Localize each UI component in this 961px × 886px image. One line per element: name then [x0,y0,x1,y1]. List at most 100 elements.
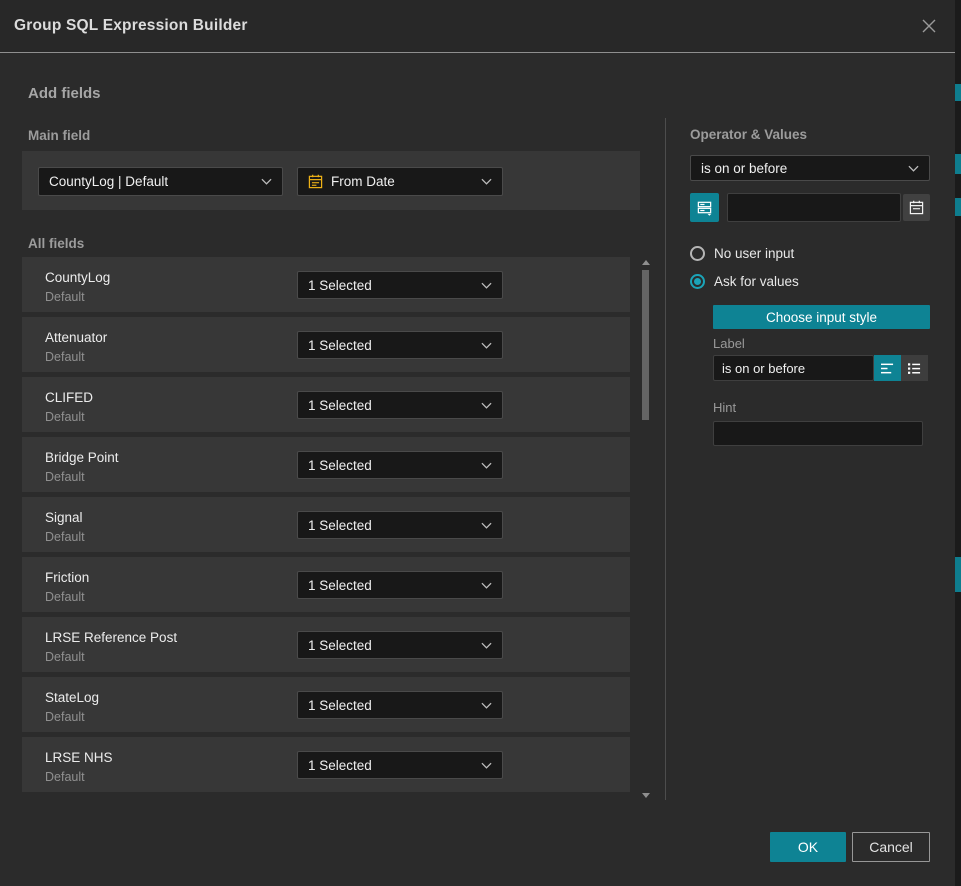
list-scrollbar[interactable] [641,258,650,800]
hint-input[interactable] [713,421,923,446]
field-sublabel: Default [45,410,85,424]
background-fragment [955,198,961,216]
radio-label: No user input [714,246,794,261]
field-name: LRSE Reference Post [45,630,177,645]
chevron-down-icon [481,402,492,409]
hint-field-label: Hint [713,400,736,415]
field-row: Bridge Point Default 1 Selected [22,437,630,492]
dialog-title: Group SQL Expression Builder [14,0,248,52]
label-field-label: Label [713,336,745,351]
date-value-input[interactable] [727,193,901,222]
field-row: Friction Default 1 Selected [22,557,630,612]
scrollbar-thumb[interactable] [642,270,649,420]
field-values-select[interactable]: 1 Selected [297,331,503,359]
field-values-select[interactable]: 1 Selected [297,751,503,779]
chevron-down-icon [481,282,492,289]
all-fields-list: CountyLog Default 1 Selected Attenuator … [22,257,630,797]
chevron-down-icon [908,165,919,172]
main-field-panel: CountyLog | Default From Date [22,151,640,210]
scroll-down-icon[interactable] [642,793,650,798]
field-values-select-value: 1 Selected [308,638,481,653]
field-name: Attenuator [45,330,107,345]
field-values-select[interactable]: 1 Selected [297,511,503,539]
field-sublabel: Default [45,470,85,484]
field-name: CountyLog [45,270,110,285]
add-fields-heading: Add fields [28,85,101,102]
main-field-select-value: From Date [331,174,481,189]
field-row: LRSE Reference Post Default 1 Selected [22,617,630,672]
field-sublabel: Default [45,350,85,364]
chevron-down-icon [481,178,492,185]
main-layer-select-value: CountyLog | Default [49,174,261,189]
field-values-select[interactable]: 1 Selected [297,571,503,599]
calendar-picker-icon[interactable] [903,194,930,221]
field-name: Bridge Point [45,450,119,465]
field-values-select-value: 1 Selected [308,338,481,353]
field-row: CountyLog Default 1 Selected [22,257,630,312]
field-values-select-value: 1 Selected [308,758,481,773]
close-icon[interactable] [918,15,940,37]
field-values-select-value: 1 Selected [308,698,481,713]
field-values-select[interactable]: 1 Selected [297,451,503,479]
background-fragment [955,84,961,101]
background-fragment [955,557,961,592]
main-field-select[interactable]: From Date [297,167,503,196]
field-values-select[interactable]: 1 Selected [297,691,503,719]
chevron-down-icon [261,178,272,185]
cancel-button[interactable]: Cancel [852,832,930,862]
field-name: LRSE NHS [45,750,113,765]
radio-circle[interactable] [690,246,705,261]
list-input-icon[interactable] [901,355,928,381]
field-sublabel: Default [45,290,85,304]
main-layer-select[interactable]: CountyLog | Default [38,167,283,196]
chevron-down-icon [481,342,492,349]
ok-button[interactable]: OK [770,832,846,862]
chevron-down-icon [481,582,492,589]
field-row: Signal Default 1 Selected [22,497,630,552]
field-name: StateLog [45,690,99,705]
chevron-down-icon [481,642,492,649]
chevron-down-icon [481,462,492,469]
field-values-select-value: 1 Selected [308,278,481,293]
field-sublabel: Default [45,710,85,724]
combo-box-input-icon[interactable] [690,193,719,222]
dialog-header: Group SQL Expression Builder [0,0,955,53]
choose-input-style-button[interactable]: Choose input style [713,305,930,329]
field-sublabel: Default [45,650,85,664]
label-input[interactable] [713,355,874,381]
main-field-label: Main field [28,128,90,143]
field-values-select-value: 1 Selected [308,458,481,473]
chevron-down-icon [481,522,492,529]
background-fragment [955,154,961,174]
field-values-select-value: 1 Selected [308,578,481,593]
field-name: CLIFED [45,390,93,405]
scroll-up-icon[interactable] [642,260,650,265]
radio-no-user-input[interactable]: No user input [690,246,794,261]
field-values-select[interactable]: 1 Selected [297,271,503,299]
operator-values-heading: Operator & Values [690,127,807,142]
field-name: Signal [45,510,83,525]
screen: Group SQL Expression Builder Add fields … [0,0,961,886]
field-row: CLIFED Default 1 Selected [22,377,630,432]
field-values-select-value: 1 Selected [308,518,481,533]
calendar-date-icon [308,174,323,189]
field-name: Friction [45,570,89,585]
operator-select-value: is on or before [701,161,908,176]
radio-circle[interactable] [690,274,705,289]
chevron-down-icon [481,702,492,709]
field-row: Attenuator Default 1 Selected [22,317,630,372]
field-row: StateLog Default 1 Selected [22,677,630,732]
radio-ask-for-values[interactable]: Ask for values [690,274,799,289]
field-sublabel: Default [45,590,85,604]
operator-select[interactable]: is on or before [690,155,930,181]
background-app-sliver [955,0,961,886]
single-line-input-icon[interactable] [874,355,901,381]
all-fields-label: All fields [28,236,84,251]
field-sublabel: Default [45,530,85,544]
field-values-select[interactable]: 1 Selected [297,391,503,419]
group-sql-expression-builder-dialog: Group SQL Expression Builder Add fields … [0,0,955,886]
field-values-select[interactable]: 1 Selected [297,631,503,659]
field-sublabel: Default [45,770,85,784]
field-row: LRSE NHS Default 1 Selected [22,737,630,792]
chevron-down-icon [481,762,492,769]
